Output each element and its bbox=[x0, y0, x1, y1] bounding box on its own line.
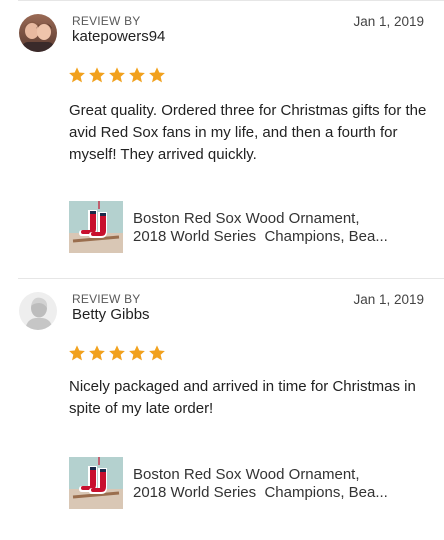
star-rating bbox=[68, 344, 166, 366]
review-date: Jan 1, 2019 bbox=[353, 14, 424, 29]
review-date: Jan 1, 2019 bbox=[353, 292, 424, 307]
review-by-label: REVIEW BY bbox=[72, 292, 141, 306]
divider bbox=[18, 278, 444, 279]
reviewer-avatar[interactable] bbox=[19, 14, 57, 52]
product-title[interactable]: Boston Red Sox Wood Ornament, 2018 World … bbox=[133, 210, 429, 246]
review-text: Nicely packaged and arrived in time for … bbox=[69, 378, 416, 417]
reviewed-product-link[interactable]: Boston Red Sox Wood Ornament, 2018 World … bbox=[69, 201, 429, 253]
product-title-line: 2018 World Series Champions, Bea... bbox=[133, 484, 388, 501]
star-icon bbox=[69, 345, 85, 361]
review-by-label: REVIEW BY bbox=[72, 14, 141, 28]
review-card: REVIEW BY Betty Gibbs Jan 1, 2019 Nicely… bbox=[18, 278, 444, 540]
star-icon bbox=[89, 345, 105, 361]
reviewer-name[interactable]: Betty Gibbs bbox=[72, 306, 150, 324]
star-icon bbox=[149, 345, 165, 361]
star-icon bbox=[129, 67, 145, 83]
star-icon bbox=[89, 67, 105, 83]
review-text: Great quality. Ordered three for Christm… bbox=[69, 102, 427, 163]
reviewed-product-link[interactable]: Boston Red Sox Wood Ornament, 2018 World … bbox=[69, 457, 429, 509]
product-title-line: Boston Red Sox Wood Ornament, bbox=[133, 466, 360, 483]
product-thumbnail[interactable] bbox=[69, 457, 123, 509]
star-icon bbox=[109, 345, 125, 361]
star-rating bbox=[68, 66, 166, 88]
star-icon bbox=[69, 67, 85, 83]
user-silhouette-icon bbox=[19, 292, 57, 330]
star-icon bbox=[129, 345, 145, 361]
product-title-line: Boston Red Sox Wood Ornament, bbox=[133, 210, 360, 227]
star-icon bbox=[149, 67, 165, 83]
product-title-line: 2018 World Series Champions, Bea... bbox=[133, 228, 388, 245]
divider bbox=[18, 0, 444, 1]
reviewer-name[interactable]: katepowers94 bbox=[72, 28, 165, 46]
red-sox-ornament-icon bbox=[69, 201, 123, 253]
reviewer-avatar[interactable] bbox=[19, 292, 57, 330]
photo-avatar-icon bbox=[19, 14, 57, 52]
review-card: REVIEW BY katepowers94 Jan 1, 2019 Great… bbox=[18, 0, 444, 278]
product-thumbnail[interactable] bbox=[69, 201, 123, 253]
star-icon bbox=[109, 67, 125, 83]
red-sox-ornament-icon bbox=[69, 457, 123, 509]
product-title[interactable]: Boston Red Sox Wood Ornament, 2018 World … bbox=[133, 466, 429, 502]
